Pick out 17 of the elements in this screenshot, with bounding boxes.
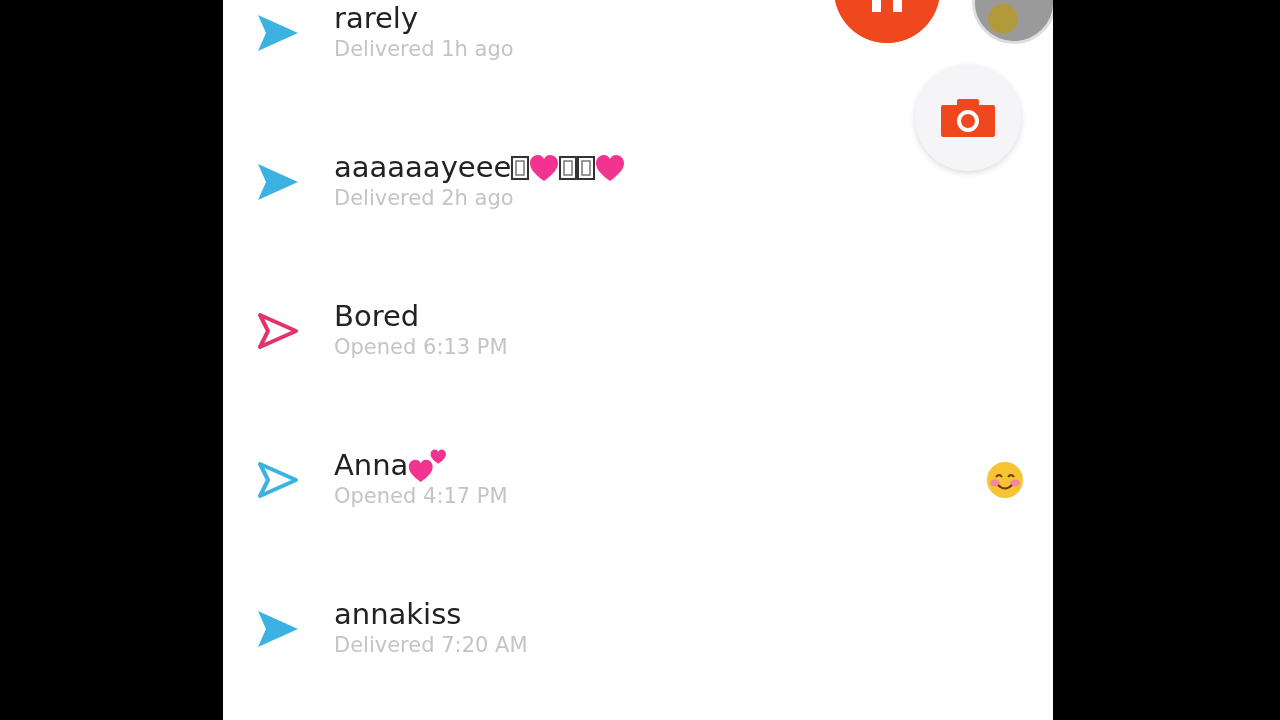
chat-status: Delivered 1h ago	[334, 36, 515, 64]
contact-name: annakiss	[334, 597, 462, 633]
chat-status: Delivered 2h ago	[334, 185, 515, 213]
hearts-icon	[408, 448, 449, 483]
chat-status: Opened 6:13 PM	[334, 334, 509, 362]
missing-glyph-icon	[577, 155, 596, 180]
contact-name: Bored	[334, 299, 420, 335]
camera-icon	[941, 99, 995, 137]
contact-name: aaaaaayeee	[334, 150, 512, 186]
chat-status: Delivered 7:20 AM	[334, 632, 529, 660]
missing-glyph-icon	[559, 155, 578, 180]
missing-glyph-icon	[511, 155, 530, 180]
contact-name: Anna	[334, 448, 409, 484]
heart-icon	[529, 153, 560, 182]
chat-status: Opened 4:17 PM	[334, 483, 509, 511]
contact-name: rarely	[334, 1, 419, 37]
heart-icon	[595, 153, 626, 182]
